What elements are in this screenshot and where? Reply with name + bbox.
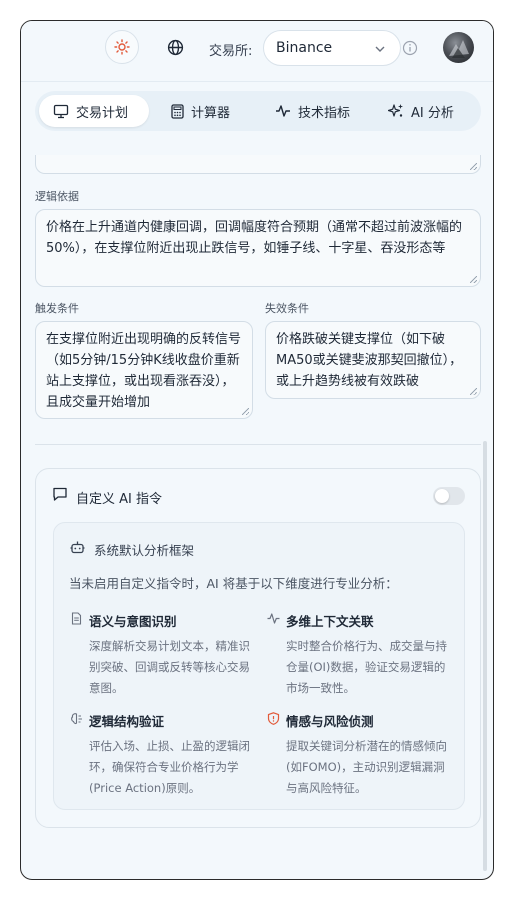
invalidation-condition-text: 价格跌破关键支撑位（如下破MA50或关键斐波那契回撤位），或上升趋势线被有效跌破 [276,332,463,389]
feature-title-logic: 逻辑结构验证 [89,714,165,729]
feature-title-semantic: 语义与意图识别 [89,614,177,629]
tab-label: 技术指标 [298,105,351,121]
resize-handle[interactable] [470,276,477,283]
framework-title: 系统默认分析框架 [94,543,195,558]
feature-desc-risk: 提取关键词分析潜在的情感倾向(如FOMO)，主动识别逻辑漏洞与高风险特征。 [286,739,447,795]
sparkles-icon [388,104,403,117]
tab-indicators[interactable]: 技术指标 [275,95,350,127]
calculator-icon [171,103,184,119]
scrollbar[interactable] [483,441,487,871]
logic-basis-text: 价格在上升通道内健康回调，回调幅度符合预期（通常不超过前波涨幅的50%），在支撑… [46,220,463,256]
bot-icon [70,541,85,554]
invalidation-condition-textarea[interactable]: 价格跌破关键支撑位（如下破MA50或关键斐波那契回撤位），或上升趋势线被有效跌破 [265,321,481,399]
sun-icon [114,39,130,55]
framework-intro: 当未启用自定义指令时，AI 将基于以下维度进行专业分析： [69,576,398,591]
trigger-condition-textarea[interactable]: 在支撑位附近出现明确的反转信号（如5分钟/15分钟K线收盘价重新站上支撑位，或出… [35,321,253,419]
feature-title-context: 多维上下文关联 [286,614,374,629]
exchange-label: 交易所: [209,44,253,59]
monitor-icon [53,104,69,118]
feature-desc-semantic: 深度解析交易计划文本，精准识别突破、回调或反转等核心交易意图。 [89,639,250,695]
trigger-condition-text: 在支撑位附近出现明确的反转信号（如5分钟/15分钟K线收盘价重新站上支撑位，或出… [46,332,242,410]
feature-desc-context: 实时整合价格行为、成交量与持仓量(OI)数据，验证交易逻辑的市场一致性。 [286,639,447,695]
top-header: 交易所: Binance [21,21,493,82]
info-icon [402,40,418,56]
language-button[interactable] [158,30,192,64]
invalidation-condition-label: 失效条件 [265,302,309,315]
exchange-select[interactable]: Binance [263,30,401,66]
brain-icon [71,713,82,725]
message-square-icon [53,487,67,501]
tab-trade-plan[interactable]: 交易计划 [39,95,149,127]
previous-field-textarea[interactable] [35,155,481,174]
exchange-value: Binance [276,40,333,56]
logic-basis-label: 逻辑依据 [35,190,79,203]
pulse-icon [267,613,280,624]
avatar[interactable] [443,32,474,63]
main-tabs: 交易计划 计算器 技术指标 AI 分析 [35,91,481,131]
custom-ai-title: 自定义 AI 指令 [76,492,162,507]
tab-calculator[interactable]: 计算器 [171,95,230,127]
feature-title-risk: 情感与风险侦测 [286,714,374,729]
info-button[interactable] [401,39,419,57]
shield-alert-icon [267,712,280,725]
resize-handle[interactable] [242,408,249,415]
globe-icon [167,39,183,55]
theme-toggle-button[interactable] [105,30,139,64]
toggle-knob [435,489,449,503]
tab-ai-analysis[interactable]: AI 分析 [388,95,454,127]
tab-label: AI 分析 [411,105,454,121]
app-window: 交易所: Binance 交易计划 计算器 技术指标 AI 分析 逻辑依据 价格… [20,20,494,880]
feature-desc-logic: 评估入场、止损、止盈的逻辑闭环，确保符合专业价格行为学(Price Action… [89,739,250,795]
resize-handle[interactable] [470,388,477,395]
activity-icon [276,105,290,117]
custom-ai-toggle[interactable] [433,487,465,505]
chevron-down-icon [375,46,385,52]
section-divider [35,444,481,445]
trigger-condition-label: 触发条件 [35,302,79,315]
tab-label: 交易计划 [76,105,129,121]
logic-basis-textarea[interactable]: 价格在上升通道内健康回调，回调幅度符合预期（通常不超过前波涨幅的50%），在支撑… [35,209,481,287]
resize-handle[interactable] [470,163,477,170]
avatar-image [449,40,469,58]
file-icon [71,612,82,625]
tab-label: 计算器 [191,105,231,121]
